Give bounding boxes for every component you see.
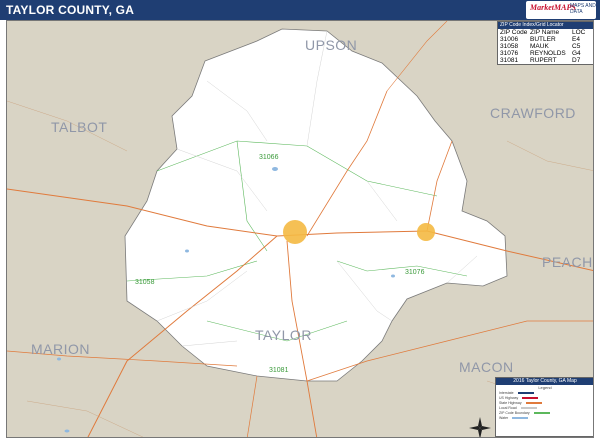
neighbor-label-upson: UPSON (305, 37, 358, 53)
zip-loc-cell: E4 (572, 36, 580, 43)
col-header: ZIP Code (500, 29, 528, 36)
map-canvas[interactable]: UPSON TALBOT CRAWFORD PEACH MARION MACON… (6, 20, 594, 438)
city-butler (283, 220, 307, 244)
legend-swatch (520, 406, 537, 409)
table-row: 31006 BUTLER E4 (498, 36, 593, 43)
legend-item-label: Interstate (499, 390, 514, 395)
zip-code-cell: 31058 (500, 43, 519, 50)
legend-swatch (533, 411, 550, 414)
legend-swatch (522, 396, 539, 399)
legend-swatch (517, 391, 534, 394)
zip-index-table: ZIP Code Index/Grid Locator ZIP Code ZIP… (497, 21, 593, 65)
legend-item: Water (496, 415, 593, 420)
zip-label: 31076 (405, 269, 425, 276)
zip-index-title: ZIP Code Index/Grid Locator (498, 22, 593, 29)
zip-loc-cell: D7 (572, 57, 581, 64)
legend-swatch (512, 416, 529, 419)
zip-name-cell: BUTLER (530, 36, 556, 43)
logo-subtext: MAPS AND DATA (570, 3, 596, 15)
zip-label: 31058 (135, 279, 155, 286)
col-header: LOC (572, 29, 586, 36)
neighbor-label-macon: MACON (459, 359, 514, 375)
zip-label: 31066 (259, 154, 279, 161)
legend-item-label: Water (499, 415, 509, 420)
map-graphics (7, 21, 593, 437)
compass-icon (469, 417, 491, 437)
header-bar: TAYLOR COUNTY, GA MarketMAPS MAPS AND DA… (0, 0, 600, 20)
table-row: 31058 MAUK C5 (498, 43, 593, 50)
map-frame: TAYLOR COUNTY, GA MarketMAPS MAPS AND DA… (0, 0, 600, 442)
zip-loc-cell: G4 (572, 50, 581, 57)
legend-item-label: ZIP Code Boundary (499, 410, 530, 415)
county-label: TAYLOR (255, 327, 312, 343)
legend-item-label: State Highway (499, 400, 522, 405)
neighbor-label-talbot: TALBOT (51, 119, 108, 135)
legend-item-label: US Highway (499, 395, 519, 400)
zip-code-cell: 31076 (500, 50, 519, 57)
zip-name-cell: REYNOLDS (530, 50, 566, 57)
county-area (124, 28, 508, 382)
brand-logo: MarketMAPS MAPS AND DATA (526, 1, 596, 19)
neighbor-label-crawford: CRAWFORD (490, 105, 576, 121)
map-legend: 2016 Taylor County, GA Map Legend Inters… (495, 377, 593, 437)
zip-code-cell: 31081 (500, 57, 519, 64)
logo-text: MarketMAPS (530, 3, 576, 12)
zip-name-cell: MAUK (530, 43, 549, 50)
col-header: ZIP Name (530, 29, 560, 36)
legend-title: 2016 Taylor County, GA Map (496, 378, 593, 385)
city-reynolds (417, 223, 435, 241)
table-row: 31076 REYNOLDS G4 (498, 50, 593, 57)
zip-label: 31081 (269, 367, 289, 374)
zip-name-cell: RUPERT (530, 57, 557, 64)
zip-loc-cell: C5 (572, 43, 581, 50)
neighbor-label-peach: PEACH (542, 254, 593, 270)
neighbor-label-marion: MARION (31, 341, 90, 357)
zip-code-cell: 31006 (500, 36, 519, 43)
table-row: 31081 RUPERT D7 (498, 57, 593, 64)
zip-index-header: ZIP Code ZIP Name LOC (498, 29, 593, 36)
legend-item-label: Local Road (499, 405, 517, 410)
page-title: TAYLOR COUNTY, GA (6, 3, 135, 17)
legend-swatch (525, 401, 542, 404)
